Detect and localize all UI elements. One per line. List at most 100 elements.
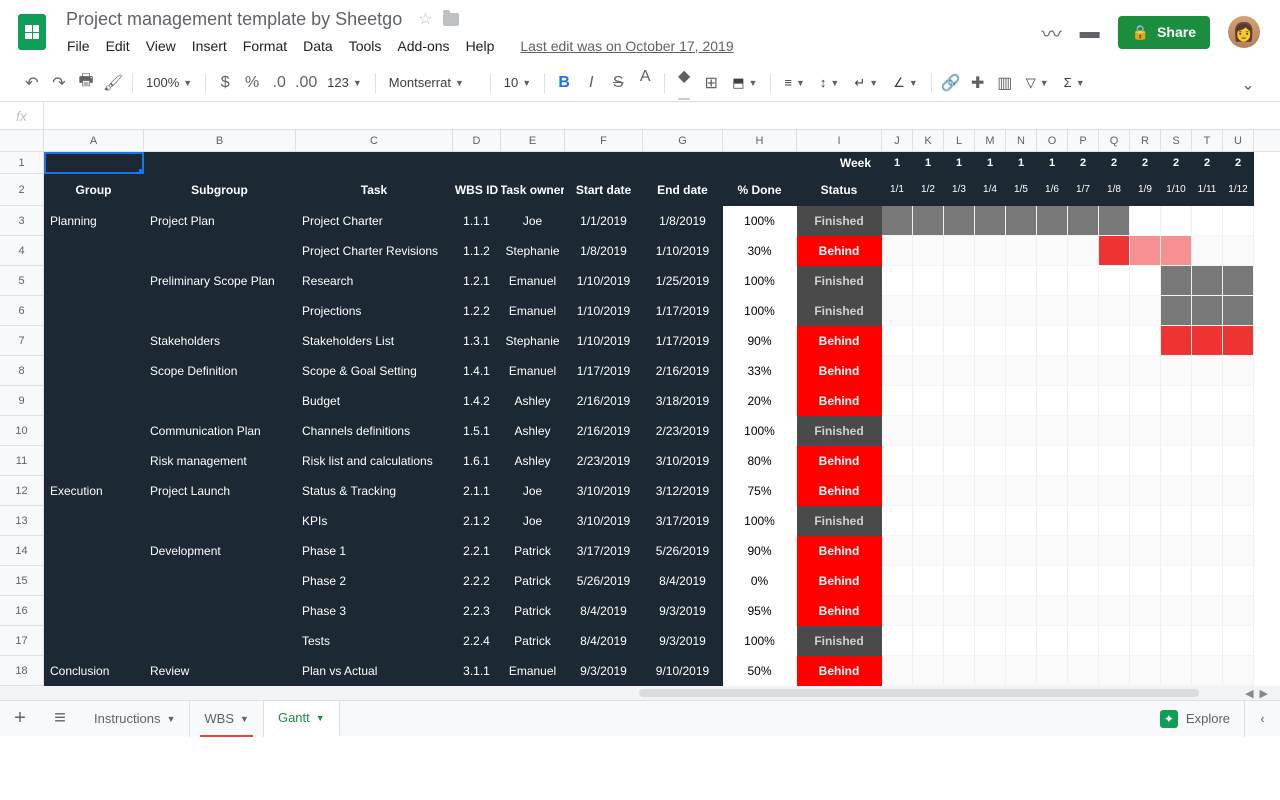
gantt-cell[interactable] — [1161, 506, 1192, 536]
cell[interactable]: Conclusion — [44, 656, 144, 686]
gantt-cell[interactable] — [882, 386, 913, 416]
gantt-cell[interactable] — [1037, 596, 1068, 626]
gantt-cell[interactable] — [944, 296, 975, 326]
gantt-cell[interactable] — [1161, 326, 1192, 356]
gantt-cell[interactable] — [975, 536, 1006, 566]
gantt-cell[interactable] — [1037, 506, 1068, 536]
cell[interactable]: 2 — [1192, 152, 1223, 174]
menu-tools[interactable]: Tools — [342, 34, 389, 58]
undo-button[interactable]: ↶ — [20, 70, 44, 96]
cell[interactable]: 90% — [723, 536, 797, 566]
gantt-cell[interactable] — [1130, 296, 1161, 326]
gantt-cell[interactable] — [1006, 236, 1037, 266]
gantt-cell[interactable] — [1192, 566, 1223, 596]
gantt-cell[interactable] — [1006, 506, 1037, 536]
cell[interactable]: 3/17/2019 — [565, 536, 643, 566]
gantt-cell[interactable] — [882, 416, 913, 446]
cell[interactable] — [643, 152, 723, 174]
cell[interactable]: Patrick — [501, 596, 565, 626]
cell[interactable]: Emanuel — [501, 356, 565, 386]
gantt-cell[interactable] — [1161, 596, 1192, 626]
gantt-cell[interactable] — [1006, 356, 1037, 386]
gantt-cell[interactable] — [944, 416, 975, 446]
cell[interactable]: 1/10/2019 — [565, 266, 643, 296]
gantt-cell[interactable] — [975, 356, 1006, 386]
column-header[interactable]: E — [501, 130, 565, 151]
activity-icon[interactable]: 〰 — [1042, 18, 1062, 47]
text-wrap-button[interactable]: ↵▼ — [848, 75, 884, 91]
gantt-cell[interactable] — [1068, 626, 1099, 656]
filter-button[interactable]: ▽▼ — [1020, 75, 1055, 91]
gantt-cell[interactable] — [1192, 626, 1223, 656]
cell[interactable]: 1/2 — [913, 174, 944, 206]
fill-color-button[interactable]: ◆ — [672, 70, 696, 96]
cell[interactable]: 1/5 — [1006, 174, 1037, 206]
gantt-cell[interactable] — [882, 536, 913, 566]
gantt-cell[interactable] — [1130, 596, 1161, 626]
gantt-cell[interactable] — [944, 506, 975, 536]
row-header[interactable]: 6 — [0, 296, 43, 326]
cell[interactable] — [144, 626, 296, 656]
gantt-cell[interactable] — [1223, 356, 1254, 386]
cell[interactable]: Budget — [296, 386, 453, 416]
cell[interactable]: Stephanie — [501, 326, 565, 356]
gantt-cell[interactable] — [882, 266, 913, 296]
cell[interactable] — [144, 566, 296, 596]
gantt-cell[interactable] — [1192, 386, 1223, 416]
gantt-cell[interactable] — [913, 566, 944, 596]
gantt-cell[interactable] — [1099, 266, 1130, 296]
tab-instructions[interactable]: Instructions▼ — [80, 701, 190, 737]
cell[interactable]: Ashley — [501, 416, 565, 446]
gantt-cell[interactable] — [1099, 566, 1130, 596]
cell[interactable]: 1/1 — [882, 174, 913, 206]
column-header[interactable]: T — [1192, 130, 1223, 151]
cell[interactable]: Behind — [797, 656, 882, 686]
cell[interactable]: 1/10 — [1161, 174, 1192, 206]
cell[interactable]: 50% — [723, 656, 797, 686]
gantt-cell[interactable] — [1161, 206, 1192, 236]
strikethrough-button[interactable]: S — [606, 70, 630, 96]
gantt-cell[interactable] — [975, 266, 1006, 296]
gantt-cell[interactable] — [1099, 446, 1130, 476]
gantt-cell[interactable] — [913, 296, 944, 326]
cell[interactable]: 75% — [723, 476, 797, 506]
cell[interactable]: Joe — [501, 476, 565, 506]
cell[interactable] — [44, 152, 144, 174]
cell[interactable] — [44, 356, 144, 386]
cell[interactable]: 100% — [723, 296, 797, 326]
cell[interactable]: Stakeholders — [144, 326, 296, 356]
gantt-cell[interactable] — [1068, 476, 1099, 506]
gantt-cell[interactable] — [975, 566, 1006, 596]
gantt-cell[interactable] — [1161, 356, 1192, 386]
cell[interactable]: 2 — [1130, 152, 1161, 174]
cell[interactable]: 1.4.1 — [453, 356, 501, 386]
gantt-cell[interactable] — [913, 356, 944, 386]
gantt-cell[interactable] — [913, 326, 944, 356]
gantt-cell[interactable] — [1099, 416, 1130, 446]
cell[interactable]: 1/1/2019 — [565, 206, 643, 236]
cell[interactable] — [44, 386, 144, 416]
gantt-cell[interactable] — [1099, 236, 1130, 266]
cell[interactable]: 2 — [1161, 152, 1192, 174]
gantt-cell[interactable] — [975, 626, 1006, 656]
cell[interactable]: Risk list and calculations — [296, 446, 453, 476]
cell[interactable]: Start date — [565, 174, 643, 206]
cell[interactable] — [44, 326, 144, 356]
cell[interactable]: Planning — [44, 206, 144, 236]
cell[interactable]: 1/3 — [944, 174, 975, 206]
gantt-cell[interactable] — [1130, 656, 1161, 686]
gantt-cell[interactable] — [1006, 326, 1037, 356]
font-size-dropdown[interactable]: 10▼ — [498, 75, 537, 90]
cell[interactable]: 8/4/2019 — [643, 566, 723, 596]
gantt-cell[interactable] — [944, 206, 975, 236]
column-header[interactable]: B — [144, 130, 296, 151]
cell[interactable]: 2.2.3 — [453, 596, 501, 626]
column-header[interactable]: Q — [1099, 130, 1130, 151]
gantt-cell[interactable] — [882, 356, 913, 386]
cell[interactable]: Project Launch — [144, 476, 296, 506]
column-header[interactable]: N — [1006, 130, 1037, 151]
row-header[interactable]: 10 — [0, 416, 43, 446]
gantt-cell[interactable] — [944, 236, 975, 266]
cell[interactable]: 3/10/2019 — [643, 446, 723, 476]
gantt-cell[interactable] — [975, 206, 1006, 236]
